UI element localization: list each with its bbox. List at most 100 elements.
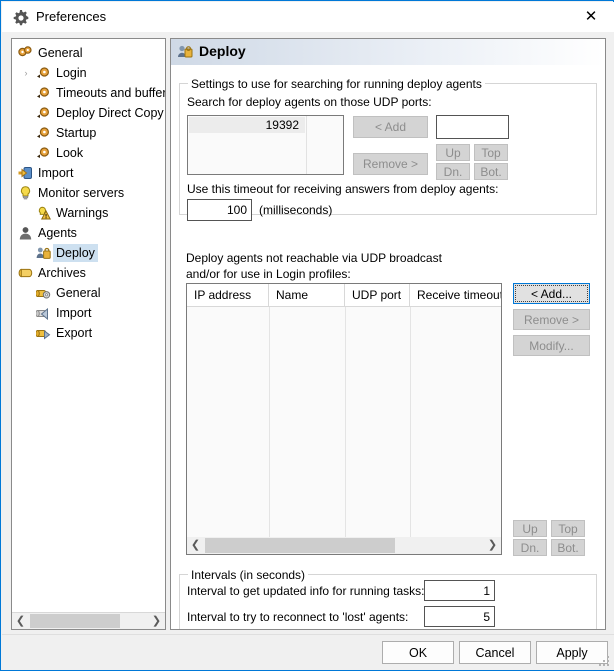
table-column-separator (410, 307, 411, 538)
timeout-input[interactable] (187, 199, 252, 221)
dialog-client-area: General › Login Timeouts and buffer Deploy D… (2, 32, 614, 670)
agents-table-label-line2: and/or for use in Login profiles: (186, 267, 351, 281)
sidebar-item-label: Deploy (53, 244, 98, 262)
sidebar-item-import[interactable]: Import (34, 304, 164, 322)
intervals-legend: Intervals (in seconds) (188, 568, 309, 582)
cancel-button[interactable]: Cancel (459, 641, 531, 664)
deploy-agents-table[interactable]: IP addressNameUDP portReceive timeout (i… (186, 283, 502, 555)
table-column-header[interactable]: Name (269, 284, 345, 307)
port-move-down-button[interactable]: Dn. (436, 163, 470, 180)
sidebar-item-label: Startup (56, 126, 97, 140)
sidebar-item-label: Login (56, 66, 87, 80)
listbox-column-separator (306, 116, 307, 174)
footer-separator (2, 634, 614, 635)
agent-move-down-button[interactable]: Dn. (513, 539, 547, 556)
sidebar-item-label: Monitor servers (38, 186, 125, 200)
add-port-button[interactable]: < Add (353, 116, 428, 138)
table-scroll-right-icon[interactable]: ❯ (484, 537, 501, 553)
tree-scroll-right-icon[interactable]: ❯ (148, 613, 165, 629)
chevron-right-icon[interactable]: › (20, 64, 32, 82)
sidebar-item-export[interactable]: Export (34, 324, 164, 342)
table-column-separator (345, 307, 346, 538)
window-title: Preferences (36, 9, 107, 24)
gear-icon (36, 106, 52, 120)
udp-ports-label: Search for deploy agents on those UDP po… (187, 95, 432, 109)
deploy-icon (36, 246, 52, 260)
sidebar-item-label: Warnings (56, 206, 109, 220)
port-input[interactable] (436, 115, 509, 139)
port-move-top-button[interactable]: Top (474, 144, 508, 161)
sidebar-item-agents[interactable]: Agents (16, 224, 164, 242)
sidebar-item-deploy[interactable]: Deploy (34, 244, 164, 262)
sidebar-item-label: Export (56, 326, 93, 340)
remove-agent-button[interactable]: Remove > (513, 309, 590, 330)
sidebar-item-label: Import (56, 306, 92, 320)
import-arrow-icon (18, 166, 34, 180)
archive-box-icon (18, 266, 34, 280)
agents-table-label-line1: Deploy agents not reachable via UDP broa… (186, 251, 442, 265)
table-column-header[interactable]: IP address (187, 284, 269, 307)
sidebar-item-label: Deploy Direct Copy (56, 106, 164, 120)
resize-grip[interactable] (599, 656, 611, 668)
remove-port-button[interactable]: Remove > (353, 153, 428, 175)
lightbulb-icon (18, 186, 34, 200)
modify-agent-button[interactable]: Modify... (513, 335, 590, 356)
gear-icon (36, 66, 52, 80)
sidebar-item-look[interactable]: Look (34, 144, 164, 162)
udp-ports-listbox[interactable]: 19392 (187, 115, 344, 175)
gear-icon (36, 126, 52, 140)
sidebar-item-general[interactable]: General (16, 44, 164, 62)
ok-button[interactable]: OK (382, 641, 454, 664)
search-settings-legend: Settings to use for searching for runnin… (188, 77, 485, 91)
intervals-group: Intervals (in seconds) Interval to get u… (179, 568, 597, 629)
table-column-separator (269, 307, 270, 538)
interval-reconnect-label: Interval to try to reconnect to 'lost' a… (187, 610, 409, 624)
sidebar-item-warnings[interactable]: Warnings (34, 204, 164, 222)
sidebar-item-label: Archives (38, 266, 86, 280)
page-header: Deploy (171, 39, 605, 65)
agent-move-up-button[interactable]: Up (513, 520, 547, 537)
interval-reconnect-input[interactable] (424, 606, 495, 627)
sidebar-item-archives[interactable]: Archives (16, 264, 164, 282)
gear-icon (36, 146, 52, 160)
sidebar-item-label: Import (38, 166, 74, 180)
interval-running-tasks-input[interactable] (424, 580, 495, 601)
settings-gear-icon (13, 10, 29, 26)
gears-icon (18, 46, 34, 60)
sidebar-item-general[interactable]: General (34, 284, 164, 302)
table-column-header[interactable]: UDP port (345, 284, 410, 307)
close-icon[interactable]: ✕ (568, 2, 614, 32)
archive-import-icon (35, 306, 52, 321)
tree-scrollbar-thumb[interactable] (30, 614, 120, 628)
sidebar-item-monitor-servers[interactable]: Monitor servers (16, 184, 164, 202)
agent-move-bottom-button[interactable]: Bot. (551, 539, 585, 556)
sidebar-item-label: General (56, 286, 101, 300)
deploy-icon (177, 44, 193, 60)
warning-icon (36, 206, 52, 220)
table-scroll-left-icon[interactable]: ❮ (187, 537, 204, 553)
page-title: Deploy (199, 43, 246, 59)
add-agent-button[interactable]: < Add... (513, 283, 590, 304)
settings-tree[interactable]: General › Login Timeouts and buffer Deploy D… (11, 38, 166, 630)
port-move-up-button[interactable]: Up (436, 144, 470, 161)
deploy-settings-panel: Deploy Settings to use for searching for… (170, 38, 606, 630)
title-bar: Preferences ✕ (2, 2, 614, 32)
tree-scroll-left-icon[interactable]: ❮ (12, 613, 29, 629)
udp-port-row[interactable]: 19392 (189, 117, 305, 133)
agent-person-icon (18, 226, 34, 240)
sidebar-item-import[interactable]: Import (16, 164, 164, 182)
table-horizontal-scrollbar[interactable]: ❮ ❯ (187, 537, 501, 554)
archive-general-icon (35, 286, 52, 300)
port-move-bottom-button[interactable]: Bot. (474, 163, 508, 180)
sidebar-item-timeouts-and-buffer[interactable]: Timeouts and buffer (34, 84, 165, 102)
preferences-dialog: Preferences ✕ General › Login Timeouts and … (0, 0, 614, 671)
sidebar-item-label: Agents (38, 226, 77, 240)
tree-horizontal-scrollbar[interactable]: ❮ ❯ (12, 612, 165, 629)
table-scrollbar-thumb[interactable] (205, 538, 395, 553)
sidebar-item-login[interactable]: › Login (25, 64, 164, 82)
table-column-header[interactable]: Receive timeout (in (410, 284, 501, 307)
sidebar-item-deploy-direct-copy[interactable]: Deploy Direct Copy (34, 104, 164, 122)
agent-move-top-button[interactable]: Top (551, 520, 585, 537)
apply-button[interactable]: Apply (536, 641, 608, 664)
sidebar-item-startup[interactable]: Startup (34, 124, 164, 142)
